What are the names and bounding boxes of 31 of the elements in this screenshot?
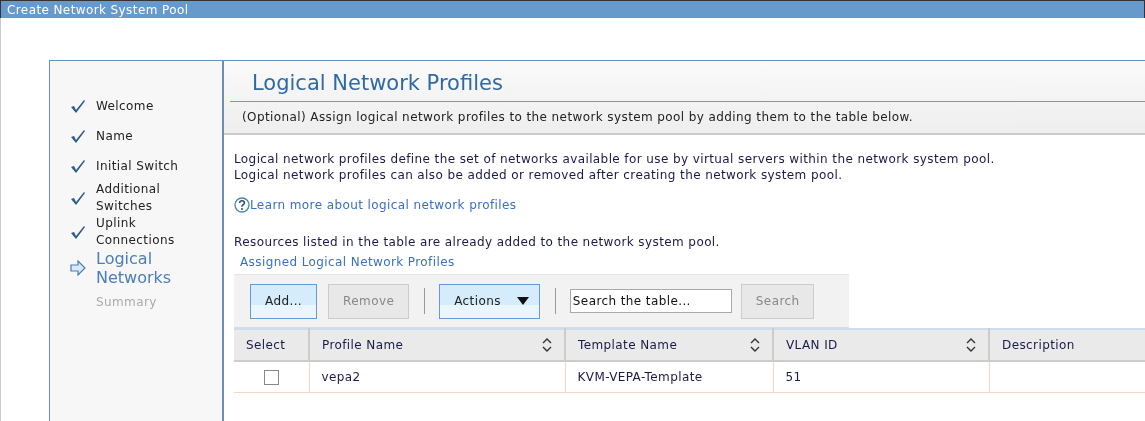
description-text: Logical network profiles define the set of networks available for use by virtual servers within the network system pool. — [234, 151, 996, 167]
instruction-text: (Optional) Assign logical network profiles to the network system pool by adding them to the table below. — [241, 109, 914, 126]
search-field[interactable]: Search the table... — [569, 289, 732, 313]
wizard-step[interactable]: Uplink Connections — [96, 215, 206, 249]
table-cell: 51 — [773, 361, 989, 393]
sort-icon — [750, 338, 760, 352]
column-header[interactable]: Select — [234, 329, 309, 361]
sort-icon — [966, 338, 976, 352]
table-cell: vepa2 — [309, 361, 565, 393]
wizard-step[interactable]: Welcome — [96, 97, 206, 115]
help-icon — [234, 197, 250, 213]
table-cell: KVM-VEPA-Template — [565, 361, 773, 393]
column-header[interactable]: Template Name — [565, 329, 773, 361]
column-header[interactable]: Profile Name — [309, 329, 565, 361]
wizard-step[interactable]: Additional Switches — [96, 181, 206, 215]
table-title: Assigned Logical Network Profiles — [240, 255, 456, 269]
column-header[interactable]: Description — [989, 329, 1145, 361]
column-header[interactable]: VLAN ID — [773, 329, 989, 361]
add-button[interactable]: Add... — [250, 283, 318, 319]
wizard-step[interactable]: Logical Networks — [96, 249, 206, 287]
wizard-step[interactable]: Name — [96, 127, 206, 145]
description-text: Logical network profiles can also be added or removed after creating the network system pool. — [234, 167, 844, 183]
actions-button[interactable]: Actions — [439, 283, 540, 319]
caret-icon — [516, 297, 529, 305]
wizard-step[interactable]: Initial Switch — [96, 157, 206, 175]
row-checkbox[interactable] — [263, 369, 279, 385]
sort-icon — [542, 338, 552, 352]
help-link[interactable]: Learn more about logical network profiles — [250, 198, 517, 212]
note-text: Resources listed in the table are already added to the network system pool. — [234, 235, 721, 249]
page-heading: Logical Network Profiles — [230, 71, 1145, 102]
window-title: Create Network System Pool — [0, 0, 1145, 18]
